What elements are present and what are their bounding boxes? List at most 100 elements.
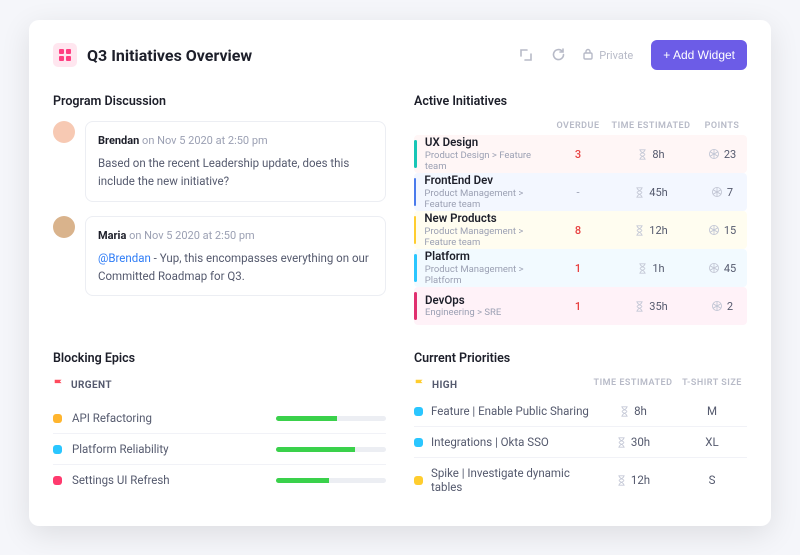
comment-bubble: Brendan on Nov 5 2020 at 2:50 pm Based o… xyxy=(85,121,386,202)
comment-timestamp: Nov 5 2020 at 2:50 pm xyxy=(144,229,255,242)
hourglass-icon xyxy=(634,301,645,312)
comment: Brendan on Nov 5 2020 at 2:50 pm Based o… xyxy=(53,121,386,202)
tshirt-size: XL xyxy=(677,435,747,449)
board-icon xyxy=(53,43,77,67)
initiative-path: Engineering > SRE xyxy=(425,307,501,318)
color-bar xyxy=(414,216,416,244)
comment-body: Based on the recent Leadership update, d… xyxy=(98,156,349,188)
time-estimate: 35h xyxy=(605,300,697,313)
initiative-path: Product Design > Feature team xyxy=(425,150,551,172)
points-icon xyxy=(711,300,723,312)
add-widget-button[interactable]: + Add Widget xyxy=(651,40,747,70)
avatar xyxy=(53,216,75,238)
initiative-title: FrontEnd Dev xyxy=(424,174,551,187)
dashboard-panel: Q3 Initiatives Overview Private + Add Wi… xyxy=(29,20,771,526)
time-estimate: 8h xyxy=(589,404,677,418)
initiative-path: Product Management > Feature team xyxy=(424,226,551,248)
flag-icon xyxy=(414,378,426,393)
priority-row[interactable]: Feature | Enable Public Sharing 8h M xyxy=(414,396,747,427)
points: 15 xyxy=(697,224,747,237)
comment: Maria on Nov 5 2020 at 2:50 pm @Brendan … xyxy=(53,216,386,297)
flag-label: URGENT xyxy=(71,380,112,391)
initiative-title: DevOps xyxy=(425,294,501,307)
program-discussion: Program Discussion Brendan on Nov 5 2020… xyxy=(53,94,386,325)
initiative-row[interactable]: UX Design Product Design > Feature team … xyxy=(414,135,747,173)
status-dot xyxy=(53,445,62,454)
refresh-icon[interactable] xyxy=(547,44,569,66)
time-estimate: 8h xyxy=(605,148,697,161)
section-heading: Blocking Epics xyxy=(53,351,386,366)
table-header: OVERDUE TIME ESTIMATED POINTS xyxy=(414,121,747,131)
header: Q3 Initiatives Overview Private + Add Wi… xyxy=(53,40,747,70)
hourglass-icon xyxy=(619,406,630,417)
initiative-title: Platform xyxy=(425,250,551,263)
active-initiatives: Active Initiatives OVERDUE TIME ESTIMATE… xyxy=(414,94,747,325)
expand-icon[interactable] xyxy=(515,44,537,66)
epic-row[interactable]: API Refactoring xyxy=(53,403,386,434)
points-icon xyxy=(711,186,723,198)
points: 23 xyxy=(697,148,747,161)
hourglass-icon xyxy=(616,475,627,486)
status-dot xyxy=(414,407,423,416)
status-dot xyxy=(414,476,423,485)
progress-bar xyxy=(276,447,386,452)
points: 45 xyxy=(697,262,747,275)
time-estimate: 30h xyxy=(589,435,677,449)
lock-icon xyxy=(581,47,595,64)
table-header: HIGH TIME ESTIMATED T-SHIRT SIZE xyxy=(414,378,747,393)
section-heading: Active Initiatives xyxy=(414,94,747,109)
time-estimate: 45h xyxy=(605,186,697,199)
overdue-count: 8 xyxy=(551,224,605,237)
initiative-row[interactable]: FrontEnd Dev Product Management > Featur… xyxy=(414,173,747,211)
color-bar xyxy=(414,292,417,320)
initiative-title: New Products xyxy=(424,212,551,225)
hourglass-icon xyxy=(637,149,648,160)
initiative-row[interactable]: Platform Product Management > Platform 1… xyxy=(414,249,747,287)
points: 2 xyxy=(697,300,747,313)
comment-author: Maria xyxy=(98,229,126,242)
col-overdue: OVERDUE xyxy=(551,121,605,131)
initiative-row[interactable]: New Products Product Management > Featur… xyxy=(414,211,747,249)
comment-bubble: Maria on Nov 5 2020 at 2:50 pm @Brendan … xyxy=(85,216,386,297)
section-heading: Current Priorities xyxy=(414,351,747,366)
col-points: POINTS xyxy=(697,121,747,131)
epic-row[interactable]: Settings UI Refresh xyxy=(53,465,386,495)
color-bar xyxy=(414,140,417,168)
initiative-path: Product Management > Feature team xyxy=(424,188,551,210)
color-bar xyxy=(414,178,416,206)
epic-label: Settings UI Refresh xyxy=(72,473,170,487)
col-time: TIME ESTIMATED xyxy=(605,121,697,131)
progress-bar xyxy=(276,416,386,421)
overdue-count: 1 xyxy=(551,262,605,275)
current-priorities: Current Priorities HIGH TIME ESTIMATED T… xyxy=(414,351,747,502)
hourglass-icon xyxy=(634,225,645,236)
epic-row[interactable]: Platform Reliability xyxy=(53,434,386,465)
points-icon xyxy=(708,224,720,236)
tshirt-size: M xyxy=(677,404,747,418)
privacy-toggle[interactable]: Private xyxy=(579,47,635,64)
priority-row[interactable]: Spike | Investigate dynamic tables 12h S xyxy=(414,458,747,502)
flag-label: HIGH xyxy=(432,380,457,391)
col-size: T-SHIRT SIZE xyxy=(677,378,747,393)
status-dot xyxy=(53,476,62,485)
mention[interactable]: @Brendan xyxy=(98,251,151,265)
blocking-epics: Blocking Epics URGENT API Refactoring Pl… xyxy=(53,351,386,502)
hourglass-icon xyxy=(637,263,648,274)
priority-label: Feature | Enable Public Sharing xyxy=(431,404,589,418)
points-icon xyxy=(708,148,720,160)
avatar xyxy=(53,121,75,143)
points: 7 xyxy=(697,186,747,199)
overdue-count: - xyxy=(551,186,605,199)
epic-label: API Refactoring xyxy=(72,411,152,425)
comment-timestamp: Nov 5 2020 at 2:50 pm xyxy=(157,134,268,147)
status-dot xyxy=(414,438,423,447)
overdue-count: 3 xyxy=(551,148,605,161)
time-estimate: 12h xyxy=(589,473,677,487)
progress-bar xyxy=(276,478,386,483)
priority-row[interactable]: Integrations | Okta SSO 30h XL xyxy=(414,427,747,458)
initiative-row[interactable]: DevOps Engineering > SRE 1 35h 2 xyxy=(414,287,747,325)
tshirt-size: S xyxy=(677,473,747,487)
flag-icon xyxy=(53,378,65,393)
page-title: Q3 Initiatives Overview xyxy=(87,46,252,65)
time-estimate: 1h xyxy=(605,262,697,275)
